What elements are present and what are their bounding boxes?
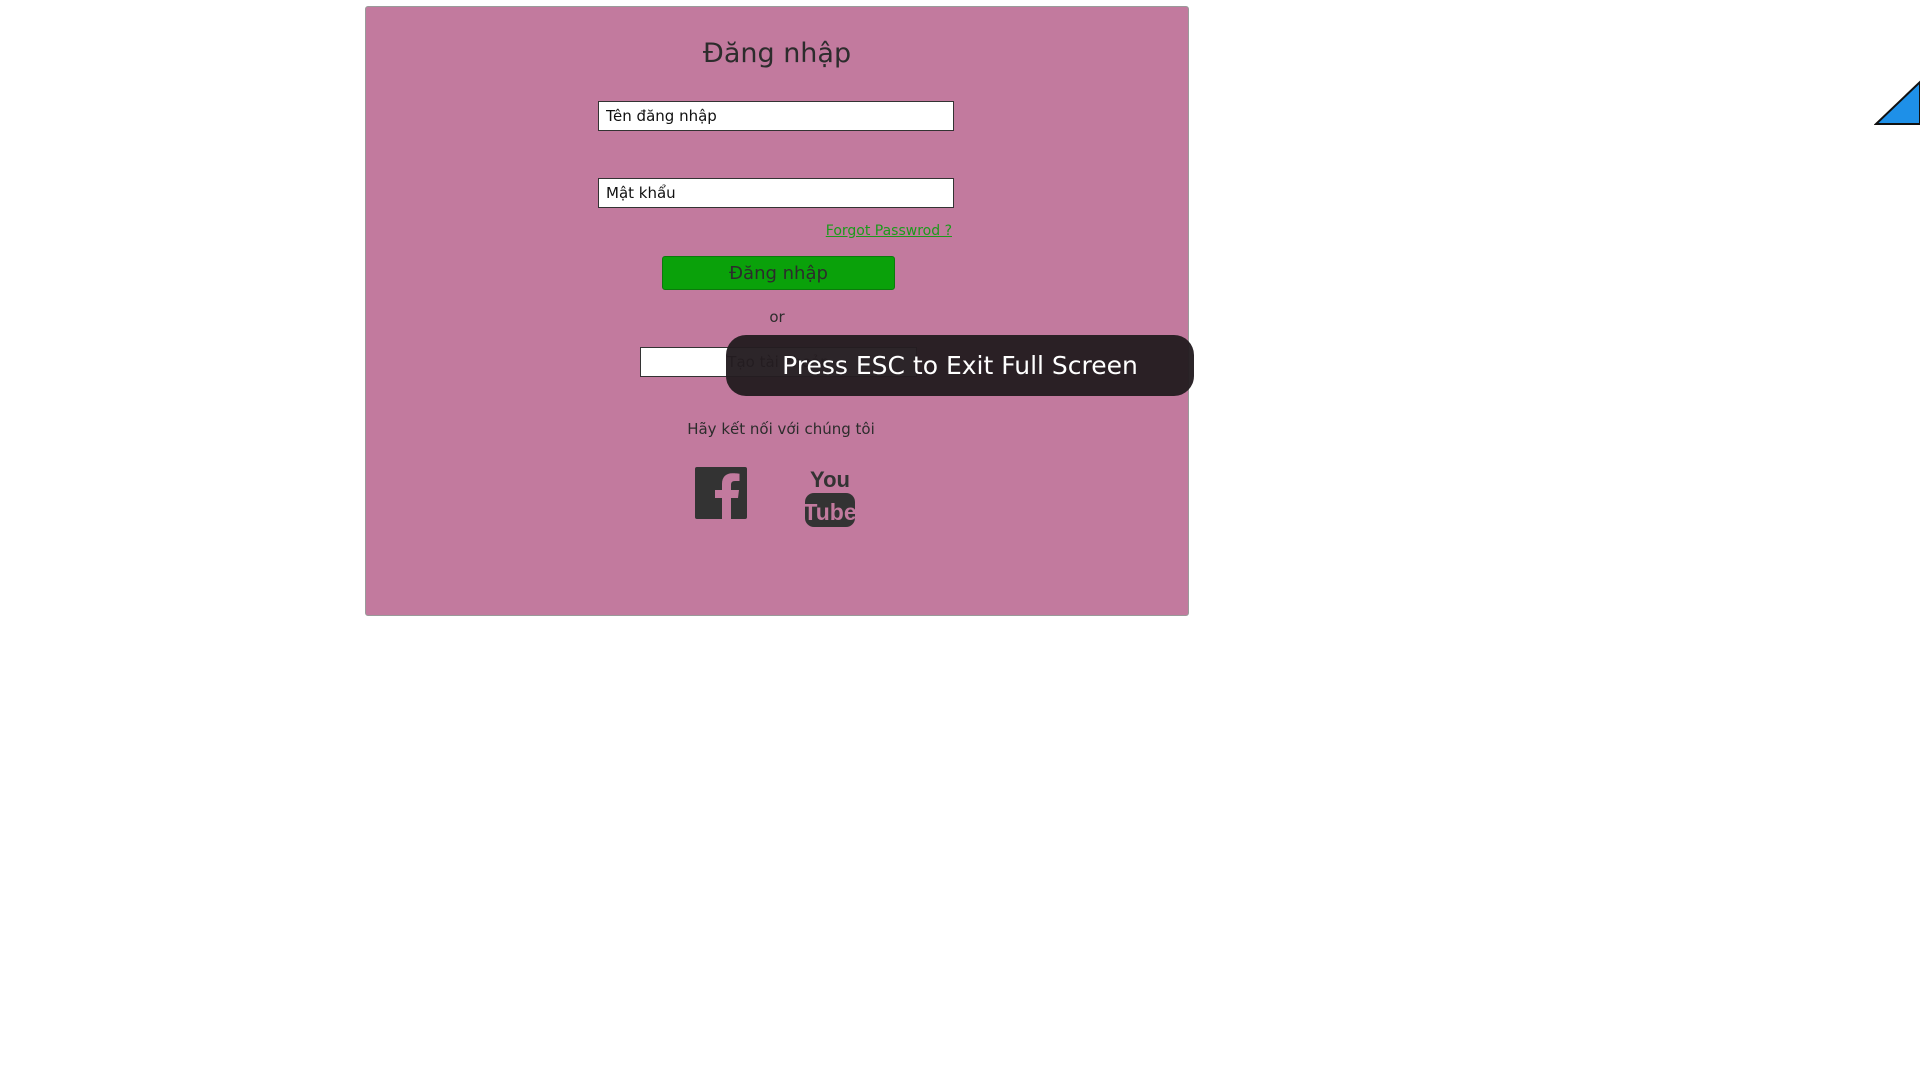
youtube-icon[interactable]: You Tube	[805, 465, 855, 527]
facebook-icon[interactable]	[695, 467, 747, 519]
login-button[interactable]: Đăng nhập	[662, 256, 895, 290]
forgot-password-link[interactable]: Forgot Passwrod ?	[826, 223, 952, 239]
fullscreen-exit-toast: Press ESC to Exit Full Screen	[726, 335, 1194, 396]
password-input[interactable]	[598, 178, 954, 208]
or-separator: or	[769, 308, 785, 326]
login-title: Đăng nhập	[702, 38, 852, 69]
connect-with-us-text: Hãy kết nối với chúng tôi	[687, 420, 875, 438]
corner-arrow-icon	[1874, 80, 1920, 125]
username-input[interactable]	[598, 101, 954, 131]
youtube-you-text: You	[810, 467, 850, 492]
youtube-tube-text: Tube	[805, 499, 855, 525]
login-panel: Đăng nhập Forgot Passwrod ? Đăng nhập or…	[365, 6, 1189, 616]
